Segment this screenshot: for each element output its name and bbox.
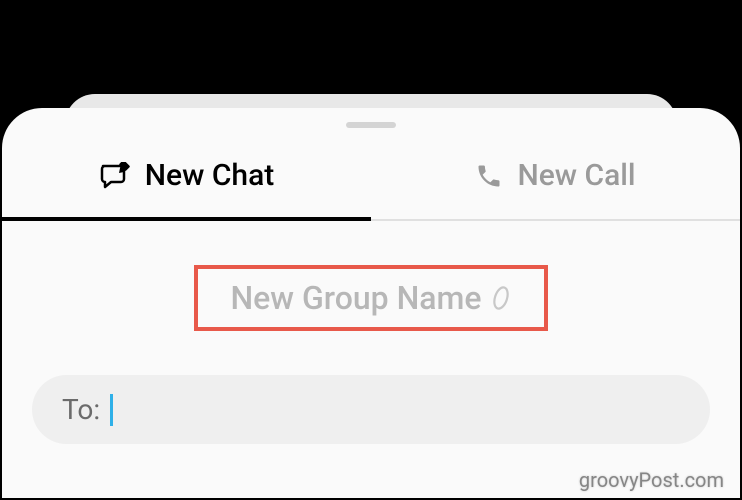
tab-new-call[interactable]: New Call: [371, 138, 740, 219]
group-name-highlight: New Group Name: [194, 265, 547, 331]
tab-new-chat-label: New Chat: [145, 158, 275, 193]
tab-new-chat[interactable]: New Chat: [2, 138, 371, 219]
pencil-icon: [490, 285, 512, 311]
to-field[interactable]: To:: [32, 375, 710, 444]
group-name-area: New Group Name: [2, 265, 740, 331]
group-name-placeholder[interactable]: New Group Name: [230, 279, 481, 317]
chat-icon: [99, 162, 131, 190]
to-label: To:: [62, 393, 100, 426]
tabs-container: New Chat New Call: [2, 138, 740, 221]
watermark: groovyPost.com: [579, 468, 724, 492]
tab-new-call-label: New Call: [517, 158, 635, 193]
phone-icon: [475, 162, 503, 190]
modal-grabber[interactable]: [346, 122, 396, 128]
text-cursor: [110, 394, 113, 426]
new-chat-modal: New Chat New Call New Group Name To:: [2, 108, 740, 498]
